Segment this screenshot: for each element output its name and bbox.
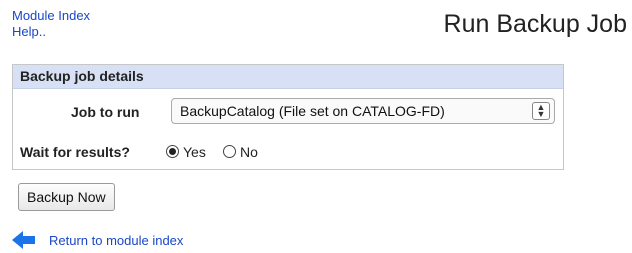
wait-for-results-label: Wait for results? xyxy=(20,144,130,160)
panel-header: Backup job details xyxy=(13,65,563,89)
wait-yes-radio[interactable]: Yes xyxy=(166,144,206,160)
job-to-run-row: Job to run BackupCatalog (File set on CA… xyxy=(13,97,563,125)
wait-yes-label: Yes xyxy=(183,144,206,160)
backup-job-details-panel: Backup job details Job to run BackupCata… xyxy=(12,64,564,170)
help-link[interactable]: Help.. xyxy=(12,24,90,40)
page-title: Run Backup Job xyxy=(443,10,627,38)
job-select[interactable]: BackupCatalog (File set on CATALOG-FD) ▲… xyxy=(171,98,555,124)
radio-unselected-icon[interactable] xyxy=(223,145,236,158)
back-arrow-icon[interactable] xyxy=(12,231,36,249)
wait-no-label: No xyxy=(240,144,258,160)
wait-for-results-row: Wait for results? Yes No xyxy=(20,142,320,162)
job-to-run-label: Job to run xyxy=(71,104,140,120)
select-updown-icon: ▲ ▼ xyxy=(532,102,550,120)
top-nav-links: Module Index Help.. xyxy=(12,8,90,40)
return-to-module-index-link[interactable]: Return to module index xyxy=(49,233,183,248)
radio-selected-icon[interactable] xyxy=(166,145,179,158)
module-index-link[interactable]: Module Index xyxy=(12,8,90,24)
backup-now-button[interactable]: Backup Now xyxy=(18,183,115,211)
job-select-value: BackupCatalog (File set on CATALOG-FD) xyxy=(180,103,445,119)
wait-no-radio[interactable]: No xyxy=(223,144,258,160)
